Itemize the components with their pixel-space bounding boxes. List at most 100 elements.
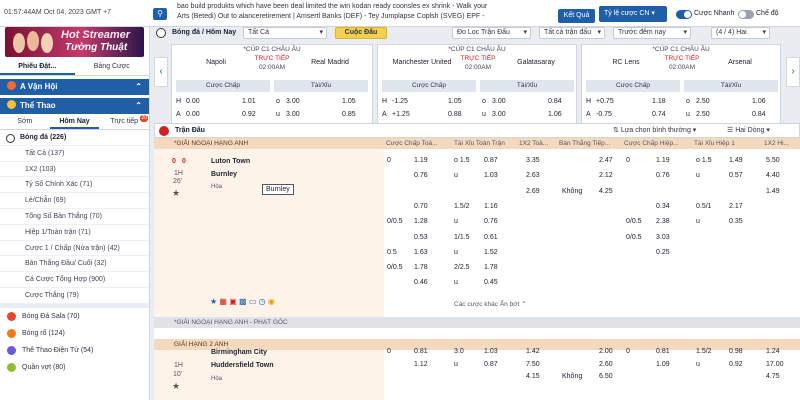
odds-price[interactable]: 0.84: [752, 109, 766, 121]
tab-betslip[interactable]: Phiếu Đặt...: [0, 58, 75, 75]
sidebar-sport-tennis[interactable]: Quần vợt (80): [0, 359, 149, 376]
odds-price[interactable]: 0.84: [548, 96, 562, 108]
time-sort-select[interactable]: Trước đêm nay ▾: [613, 27, 691, 39]
casino-header[interactable]: A Vận Hội ⌃: [0, 79, 149, 95]
odds-price[interactable]: 1.78: [414, 264, 428, 271]
odds-price[interactable]: 1.18: [652, 96, 666, 108]
sidebar-sport-futsal[interactable]: Bóng Đá Sala (70): [0, 308, 149, 325]
results-button[interactable]: Kết Quả: [558, 9, 595, 23]
odds-price[interactable]: 5.50: [766, 157, 780, 164]
odds-price[interactable]: 0.98: [729, 348, 743, 355]
double-line-select[interactable]: ☰ Hai Dòng ▾: [727, 126, 770, 134]
quick-bet-toggle[interactable]: [676, 10, 692, 19]
all-matches-select[interactable]: Tất cả trận đấu ▾: [539, 27, 605, 39]
odds-price[interactable]: 0.92: [242, 109, 256, 121]
favorite-star-icon[interactable]: ★: [172, 381, 180, 392]
odds-price[interactable]: 2.60: [599, 361, 613, 368]
odds-price[interactable]: 1.06: [548, 109, 562, 121]
odds-price[interactable]: 2.69: [526, 188, 540, 195]
league-header[interactable]: *GIẢI NGOẠI HẠNG ANH - PHẠT GÓC: [154, 317, 800, 328]
mode-toggle[interactable]: [738, 10, 754, 19]
carousel-prev-button[interactable]: ‹: [154, 57, 168, 87]
odds-price[interactable]: 1.06: [752, 96, 766, 108]
odds-price[interactable]: 2.12: [599, 172, 613, 179]
odds-price[interactable]: 1.49: [766, 188, 780, 195]
odds-price[interactable]: 0.81: [656, 348, 670, 355]
odds-price[interactable]: 1.52: [484, 249, 498, 256]
top-matches-button[interactable]: Cuộc Đấu: [335, 27, 387, 39]
favorite-star-icon[interactable]: ★: [172, 188, 180, 199]
odds-price[interactable]: 0.53: [414, 234, 428, 241]
odds-price[interactable]: 7.50: [526, 361, 540, 368]
sidebar-item[interactable]: Tỷ Số Chính Xác (71): [0, 177, 149, 194]
favorite-star-icon[interactable]: ★: [210, 297, 217, 306]
sidebar-item[interactable]: Tất Cả (137): [0, 146, 149, 162]
odds-price[interactable]: 3.35: [526, 157, 540, 164]
stats-icon[interactable]: ▦: [219, 297, 227, 306]
odds-price[interactable]: 1.49: [729, 157, 743, 164]
odds-price[interactable]: 1.03: [484, 348, 498, 355]
odds-price[interactable]: 6.50: [599, 373, 613, 380]
tab-live[interactable]: Trực tiếp 20: [99, 114, 149, 129]
odds-price[interactable]: 1.03: [484, 172, 498, 179]
odds-type-select[interactable]: Tỷ lệ cược CN ▾: [599, 6, 667, 22]
news-ticker[interactable]: bao build produkts which have been deal …: [177, 2, 549, 24]
sidebar-item[interactable]: Cá Cược Tổng Hợp (900): [0, 272, 149, 288]
odds-price[interactable]: 0.76: [414, 172, 428, 179]
odds-price[interactable]: 1.16: [484, 203, 498, 210]
pagination-select[interactable]: (4 / 4) Hai ▾: [711, 27, 770, 39]
odds-price[interactable]: 0.35: [729, 218, 743, 225]
filter-all-select[interactable]: Tất Cả ▾: [243, 27, 327, 39]
odds-price[interactable]: 1.28: [414, 218, 428, 225]
odds-price[interactable]: 0.61: [484, 234, 498, 241]
odds-price[interactable]: 4.75: [766, 373, 780, 380]
field-icon[interactable]: ▣: [229, 297, 237, 306]
odds-price[interactable]: 1.19: [414, 157, 428, 164]
more-bets-toggle[interactable]: Các cược khác Ẩn bớt ⌃: [454, 300, 527, 308]
sidebar-sport-basketball[interactable]: Bóng rổ (124): [0, 325, 149, 342]
match-filter-select[interactable]: Đo Lọc Trận Đấu ▾: [452, 27, 531, 39]
odds-price[interactable]: 0.45: [484, 279, 498, 286]
odds-price[interactable]: 2.47: [599, 157, 613, 164]
tab-today[interactable]: Hôm Nay: [49, 114, 100, 129]
odds-price[interactable]: 1.05: [342, 96, 356, 108]
odds-price[interactable]: 0.57: [729, 172, 743, 179]
odds-price[interactable]: 0.85: [342, 109, 356, 121]
promo-banner[interactable]: Hot Streamer Tường Thuật: [5, 27, 144, 57]
sidebar-item[interactable]: 1X2 (103): [0, 162, 149, 178]
odds-price[interactable]: 2.38: [656, 218, 670, 225]
sidebar-item[interactable]: Tổng Số Bàn Thắng (70): [0, 209, 149, 225]
tab-my-bets[interactable]: Bảng Cược: [75, 58, 150, 75]
odds-price[interactable]: 1.19: [656, 157, 670, 164]
odds-price[interactable]: 0.74: [652, 109, 666, 121]
odds-price[interactable]: 4.25: [599, 188, 613, 195]
sidebar-sport-esports[interactable]: Thể Thao Điện Tử (54): [0, 342, 149, 359]
odds-price[interactable]: 0.70: [414, 203, 428, 210]
odds-price[interactable]: 0.34: [656, 203, 670, 210]
away-team[interactable]: Huddersfield Town: [211, 362, 273, 369]
odds-price[interactable]: 1.01: [242, 96, 256, 108]
odds-price[interactable]: 1.12: [414, 361, 428, 368]
odds-price[interactable]: 0.76: [484, 218, 498, 225]
sort-select[interactable]: ⇅ Lựa chọn bình thường ▾: [613, 126, 696, 134]
odds-price[interactable]: 4.15: [526, 373, 540, 380]
odds-price[interactable]: 2.17: [729, 203, 743, 210]
odds-price[interactable]: 0.87: [484, 361, 498, 368]
chart-icon[interactable]: ▩: [239, 297, 247, 306]
home-team[interactable]: Luton Town: [211, 158, 250, 165]
history-icon[interactable]: ◷: [259, 297, 266, 306]
odds-price[interactable]: 2.00: [599, 348, 613, 355]
sidebar-item[interactable]: Cược 1 / Chấp (Nửa trận) (42): [0, 241, 149, 257]
odds-price[interactable]: 0.81: [414, 348, 428, 355]
sports-header[interactable]: Thể Thao ⌃: [0, 98, 149, 114]
odds-price[interactable]: 0.25: [656, 249, 670, 256]
odds-price[interactable]: 1.63: [414, 249, 428, 256]
odds-price[interactable]: 1.24: [766, 348, 780, 355]
odds-price[interactable]: 2.63: [526, 172, 540, 179]
odds-price[interactable]: 1.09: [656, 361, 670, 368]
odds-price[interactable]: 0.88: [448, 109, 462, 121]
sidebar-item[interactable]: Hiệp 1/Toàn trận (71): [0, 225, 149, 241]
carousel-next-button[interactable]: ›: [786, 57, 800, 87]
odds-price[interactable]: 0.76: [656, 172, 670, 179]
odds-price[interactable]: 1.05: [448, 96, 462, 108]
